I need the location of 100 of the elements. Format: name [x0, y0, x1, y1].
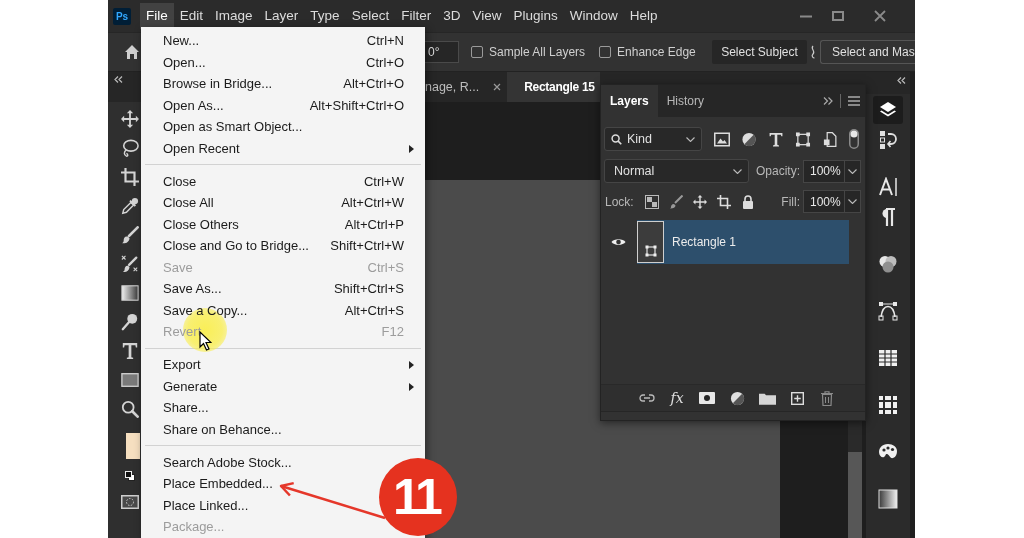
home-icon[interactable]	[124, 44, 140, 60]
checkbox[interactable]	[471, 46, 483, 58]
menu-item[interactable]: Share on Behance...	[141, 418, 286, 440]
brush-icon[interactable]	[121, 225, 139, 244]
lollipop-icon[interactable]	[121, 312, 139, 331]
table-icon[interactable]	[878, 348, 898, 368]
trash-icon[interactable]	[821, 390, 833, 406]
lock-icon[interactable]	[740, 194, 755, 209]
panel-tab[interactable]: Layers	[601, 85, 658, 117]
image-icon[interactable]	[714, 131, 730, 147]
menu-item[interactable]: Open... Ctrl+O	[141, 51, 425, 73]
close-icon[interactable]	[493, 83, 502, 91]
menu-item[interactable]: Generate	[141, 375, 425, 397]
menu-item[interactable]: Plugins	[507, 3, 564, 29]
menu-item[interactable]: Place Embedded...	[141, 473, 277, 495]
sparkle-brush-icon[interactable]	[121, 254, 139, 273]
menu-item[interactable]: Open as Smart Object...	[141, 116, 307, 138]
half-circle-icon[interactable]	[741, 131, 757, 147]
zoom-icon[interactable]	[121, 399, 139, 418]
expand-icon[interactable]	[823, 97, 833, 105]
toggle-icon[interactable]	[849, 129, 859, 149]
type-tool-icon[interactable]	[121, 341, 139, 360]
menu-item[interactable]: Open Recent	[141, 137, 425, 159]
half-circle-icon[interactable]	[729, 390, 745, 406]
character-icon[interactable]	[878, 177, 898, 197]
document-tab[interactable]: Rectangle 15	[507, 72, 600, 102]
bezier-path-icon[interactable]	[878, 301, 898, 321]
bounding-box-icon[interactable]	[795, 131, 811, 147]
menu-item[interactable]: 3D	[437, 3, 467, 29]
menu-item[interactable]: Layer	[258, 3, 305, 29]
select-button[interactable]: Select and Mas	[820, 40, 915, 64]
menu-item[interactable]: Close All Alt+Ctrl+W	[141, 192, 425, 214]
menu-item[interactable]: Type	[304, 3, 346, 29]
menu-item[interactable]: Close and Go to Bridge... Shift+Ctrl+W	[141, 235, 425, 257]
menu-item[interactable]: Search Adobe Stock...	[141, 451, 296, 473]
menu-item[interactable]: Place Linked...	[141, 494, 253, 516]
page-icon[interactable]	[822, 131, 838, 147]
move-icon[interactable]	[121, 109, 139, 128]
menu-item[interactable]: Image	[209, 3, 259, 29]
menu-item[interactable]: Close Others Alt+Ctrl+P	[141, 213, 425, 235]
layers-icon[interactable]	[873, 96, 903, 124]
eye-icon[interactable]	[611, 237, 626, 247]
select-button[interactable]: Select Subject	[712, 40, 807, 64]
collapse-icon[interactable]	[114, 76, 123, 83]
menu-item[interactable]: Save As... Shift+Ctrl+S	[141, 278, 425, 300]
menu-item[interactable]: New... Ctrl+N	[141, 30, 425, 52]
new-layer-icon[interactable]	[790, 391, 804, 405]
gradient-swatch-icon[interactable]	[878, 489, 898, 509]
dashed-circle-frame-icon[interactable]	[121, 495, 139, 509]
checkerboard-icon[interactable]	[644, 194, 659, 209]
history-icon[interactable]	[878, 130, 898, 150]
squiggle-icon[interactable]	[810, 45, 816, 59]
crop-icon[interactable]	[716, 194, 731, 209]
filter-dropdown[interactable]: Kind	[604, 127, 702, 151]
collapse-icon[interactable]	[897, 77, 906, 84]
scrollbar-thumb[interactable]	[848, 452, 862, 538]
crop-icon[interactable]	[121, 167, 139, 186]
menu-item[interactable]: Filter	[395, 3, 438, 29]
effects-button[interactable]: fx	[670, 390, 684, 406]
brush-icon[interactable]	[668, 194, 683, 209]
menu-item[interactable]: Help	[623, 3, 664, 29]
checkbox-label: Sample All Layers	[489, 45, 586, 59]
panel-tab[interactable]: History	[657, 85, 714, 117]
move-icon[interactable]	[692, 194, 707, 209]
menu-item[interactable]: Share...	[141, 397, 213, 419]
menu-item[interactable]: Save a Copy... Alt+Ctrl+S	[141, 299, 425, 321]
checkbox[interactable]	[599, 46, 612, 58]
type-icon[interactable]	[768, 131, 784, 147]
chevron-down-icon[interactable]	[848, 168, 857, 174]
rectangle-icon[interactable]	[121, 370, 139, 389]
layer-row[interactable]: Rectangle 1	[637, 220, 849, 264]
angle-field[interactable]: 0°	[424, 41, 459, 63]
eyedropper-icon[interactable]	[121, 196, 139, 215]
minimize-icon[interactable]	[800, 14, 812, 18]
close-icon[interactable]	[874, 10, 886, 22]
checkbox-label: Enhance Edge	[617, 45, 696, 59]
menu-item[interactable]: Close Ctrl+W	[141, 170, 425, 192]
mask-icon[interactable]	[699, 392, 715, 404]
maximize-icon[interactable]	[832, 11, 844, 21]
menu-item[interactable]: Edit	[173, 3, 210, 29]
fill-field[interactable]: 100%	[803, 190, 861, 213]
blend-mode-dropdown[interactable]: Normal	[604, 159, 749, 183]
menu-item[interactable]: File	[140, 3, 174, 29]
link-icon[interactable]	[639, 394, 655, 402]
menu-item[interactable]: View	[466, 3, 508, 29]
grid-icon[interactable]	[878, 395, 898, 415]
color-swatch-icon[interactable]	[126, 433, 140, 459]
chevron-down-icon[interactable]	[848, 199, 857, 204]
menu-item[interactable]: Window	[563, 3, 624, 29]
color-squares-icon[interactable]	[125, 471, 135, 481]
menu-icon[interactable]	[848, 96, 860, 106]
chevron-down-icon	[686, 136, 695, 142]
gradient-icon[interactable]	[121, 283, 139, 302]
lasso-icon[interactable]	[121, 138, 139, 157]
opacity-field[interactable]: 100%	[803, 159, 861, 183]
menu-item[interactable]: Export	[141, 354, 425, 376]
keyboard-shortcut: Shift+Ctrl+S	[333, 281, 404, 297]
overlapping-circles-icon[interactable]	[878, 254, 898, 274]
folder-icon[interactable]	[758, 391, 776, 405]
menu-item[interactable]: Select	[345, 3, 396, 29]
